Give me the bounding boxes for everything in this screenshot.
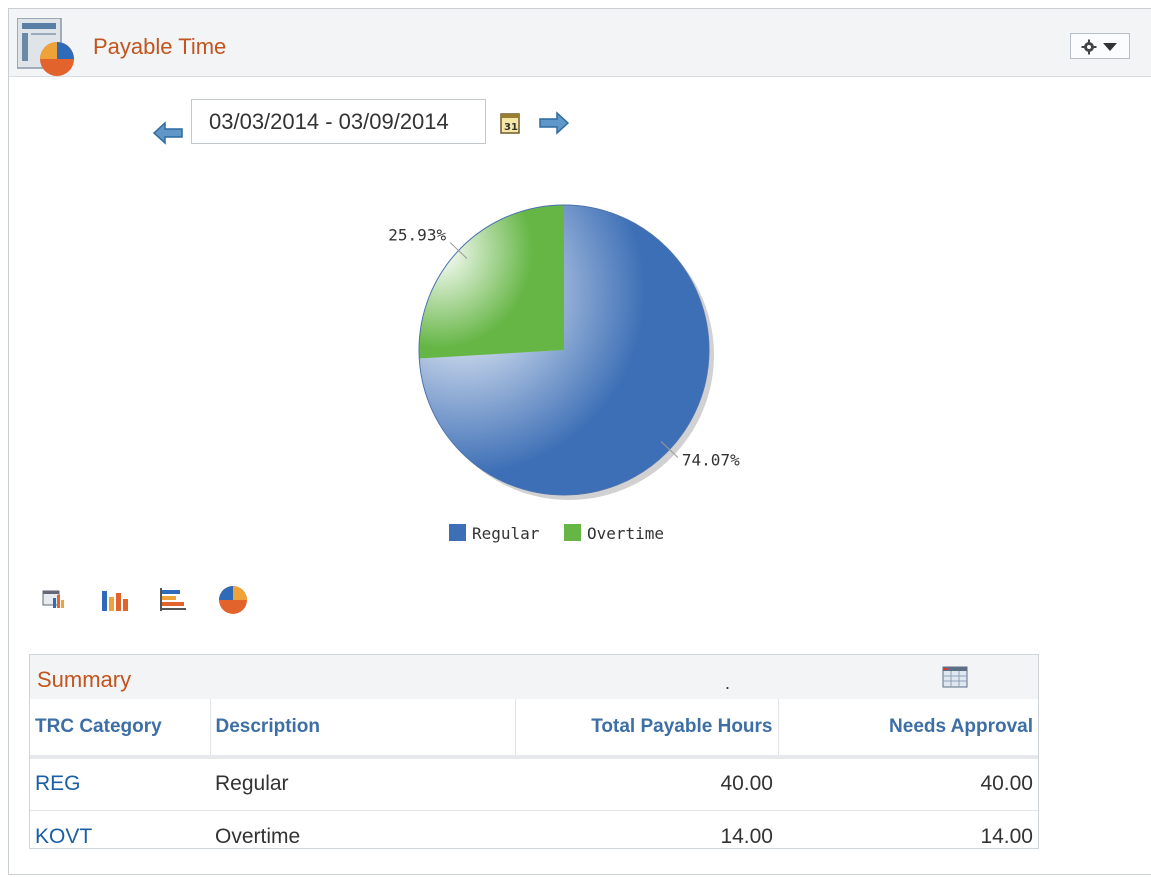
pie-data-label: 25.93% (388, 226, 446, 245)
pagelet-header: Payable Time (9, 9, 1151, 77)
pie-chart-type-button[interactable] (216, 583, 250, 617)
horizontal-bar-chart-type-button[interactable] (157, 583, 191, 617)
calendar-button[interactable]: 31 (498, 111, 522, 135)
summary-table: TRC Category Description Total Payable H… (30, 699, 1038, 848)
table-row: KOVT Overtime 14.00 14.00 (30, 810, 1038, 848)
pagelet-title: Payable Time (93, 34, 227, 59)
pie-chart-pagelet-icon (17, 18, 74, 76)
payable-time-pagelet: Payable Time 31 (8, 8, 1151, 875)
previous-period-button[interactable] (152, 121, 184, 145)
column-header-needs-approval[interactable]: Needs Approval (778, 699, 1038, 759)
date-range-field[interactable] (191, 99, 486, 144)
payable-time-pie-chart: 74.07% 25.93% Regular Overtime (388, 204, 740, 543)
total-payable-hours-cell: 40.00 (515, 757, 778, 811)
legend-swatch-regular (449, 524, 466, 541)
pie-chart-icon (219, 586, 247, 614)
grid-options-button[interactable] (940, 664, 970, 690)
table-header-row: TRC Category Description Total Payable H… (30, 699, 1038, 759)
arrow-right-icon (539, 111, 570, 135)
pagelet-options-button[interactable] (1070, 33, 1130, 59)
chevron-down-icon (1103, 43, 1117, 51)
column-header-total-payable-hours[interactable]: Total Payable Hours (515, 699, 779, 759)
gear-icon (1081, 39, 1097, 55)
column-header-description[interactable]: Description (210, 699, 516, 759)
summary-dot: . (725, 673, 731, 693)
next-period-button[interactable] (538, 111, 570, 135)
legend-label-regular: Regular (472, 524, 540, 543)
trc-category-link[interactable]: REG (35, 772, 81, 795)
bar-chart-type-button[interactable] (98, 583, 132, 617)
table-chart-type-button[interactable] (39, 583, 73, 617)
legend-label-overtime: Overtime (587, 524, 664, 543)
legend-swatch-overtime (564, 524, 581, 541)
total-payable-hours-cell: 14.00 (515, 810, 778, 848)
needs-approval-cell: 14.00 (778, 810, 1038, 848)
bar-chart-icon (102, 591, 128, 611)
grid-icon (942, 666, 968, 688)
summary-header: Summary . (30, 655, 1038, 700)
calendar-icon: 31 (500, 113, 520, 134)
table-chart-icon (42, 590, 64, 608)
column-header-trc-category[interactable]: TRC Category (30, 699, 211, 759)
summary-title: Summary (37, 667, 132, 692)
horizontal-bar-chart-icon (160, 588, 186, 611)
svg-text:31: 31 (504, 122, 518, 133)
summary-grid: Summary . TRC Category Description Total… (29, 654, 1039, 849)
needs-approval-cell: 40.00 (778, 757, 1038, 811)
description-cell: Regular (210, 757, 515, 811)
table-row: REG Regular 40.00 40.00 (30, 757, 1038, 811)
description-cell: Overtime (210, 810, 515, 848)
pie-data-label: 74.07% (682, 450, 740, 469)
arrow-left-icon (152, 121, 183, 145)
trc-category-link[interactable]: KOVT (35, 825, 92, 848)
